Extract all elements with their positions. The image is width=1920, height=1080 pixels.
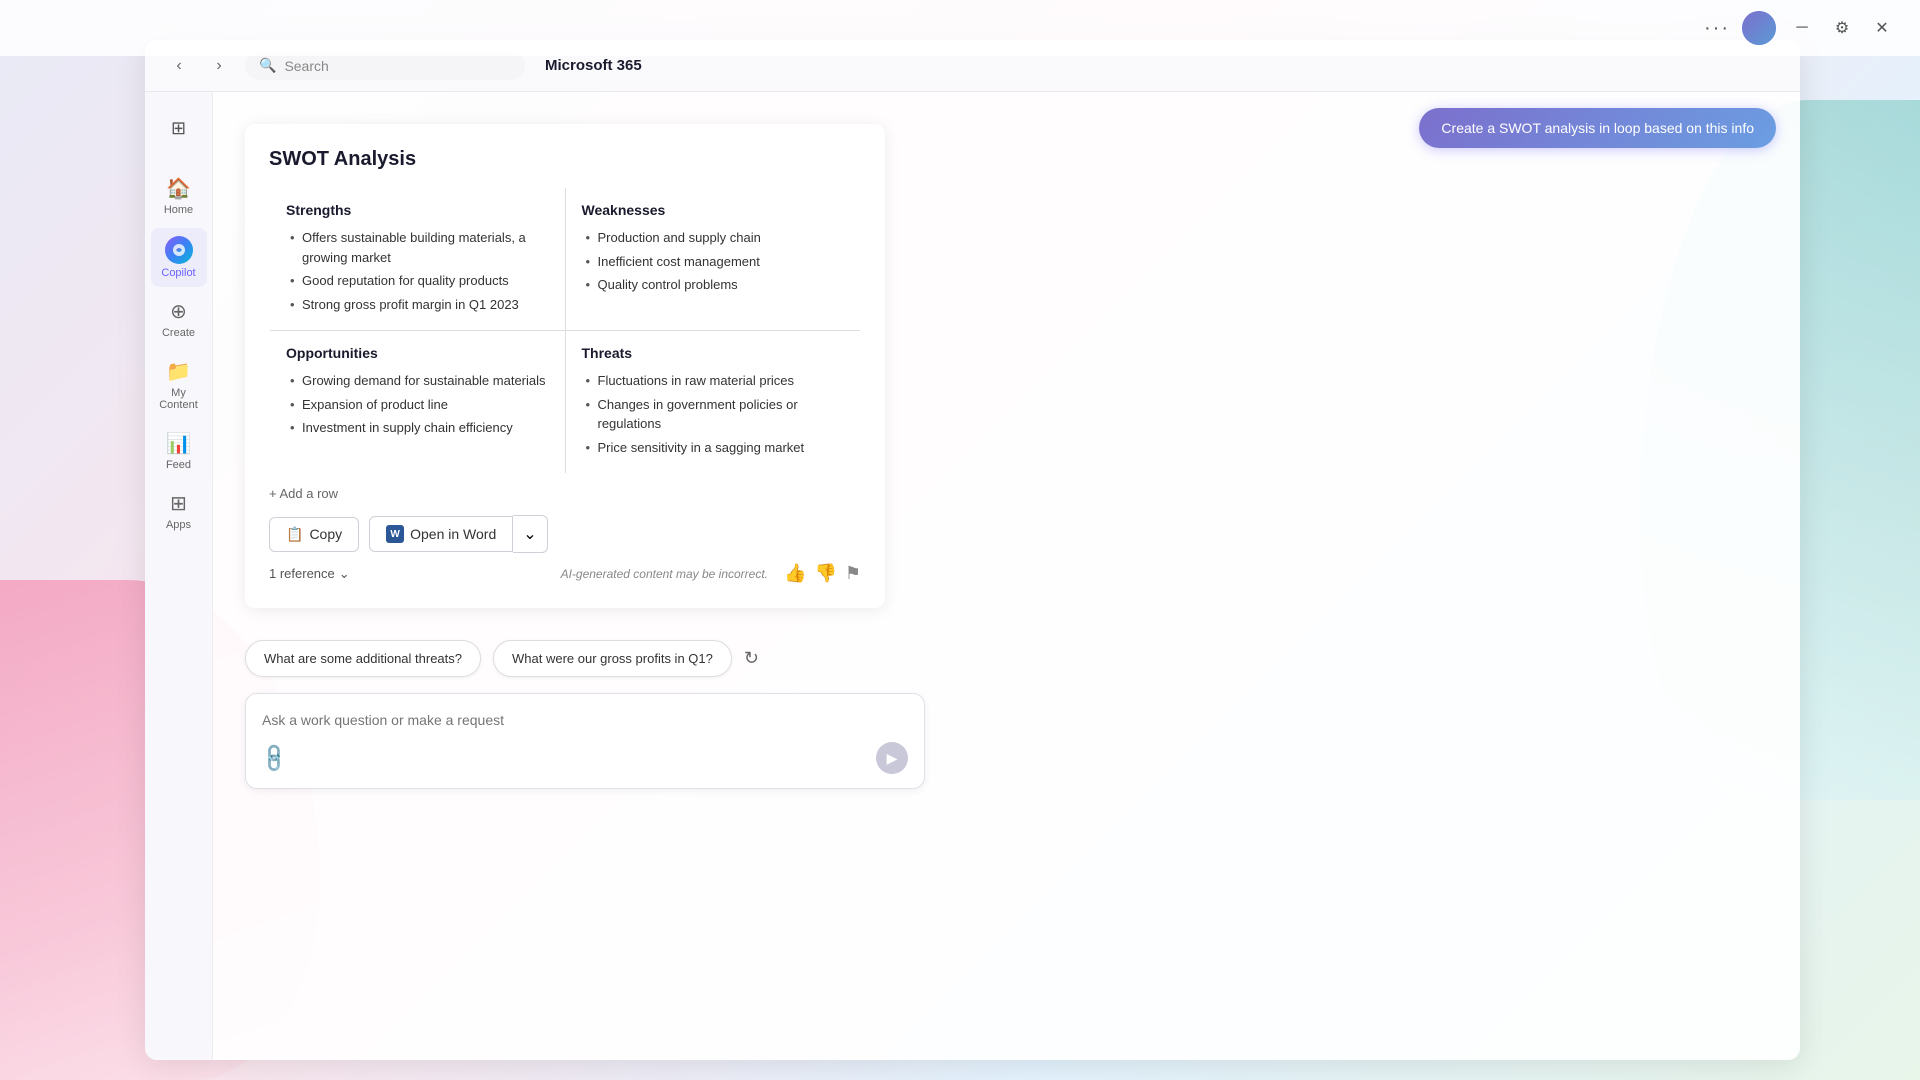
suggestion-chip-2[interactable]: What were our gross profits in Q1? — [493, 640, 732, 677]
copy-icon: 📋 — [286, 526, 303, 543]
list-item: Fluctuations in raw material prices — [582, 369, 845, 393]
thumbs-down-icon[interactable]: 👎 — [814, 563, 836, 584]
avatar-image — [1742, 11, 1776, 45]
app-title: Microsoft 365 — [545, 57, 642, 74]
search-icon: 🔍 — [259, 57, 276, 74]
settings-button[interactable]: ⚙ — [1828, 14, 1856, 42]
open-word-group: W Open in Word ⌄ — [369, 515, 548, 553]
copy-button[interactable]: 📋 Copy — [269, 517, 359, 552]
suggestions-row: What are some additional threats? What w… — [245, 640, 1768, 677]
swot-table: Strengths Offers sustainable building ma… — [269, 187, 861, 474]
flag-icon[interactable]: ⚑ — [845, 563, 861, 584]
list-item: Price sensitivity in a sagging market — [582, 436, 845, 460]
top-bar-actions: ··· ─ ⚙ ✕ — [1704, 11, 1896, 45]
open-word-button[interactable]: W Open in Word — [369, 516, 513, 552]
list-item: Growing demand for sustainable materials — [286, 369, 549, 393]
swot-card-title: SWOT Analysis — [269, 148, 861, 171]
opportunities-heading: Opportunities — [286, 345, 549, 361]
list-item: Good reputation for quality products — [286, 269, 549, 293]
sidebar-item-home[interactable]: 🏠 Home — [151, 168, 207, 224]
user-avatar[interactable] — [1742, 11, 1776, 45]
more-options-icon[interactable]: ··· — [1704, 17, 1730, 40]
action-bar: 📋 Copy W Open in Word ⌄ — [269, 515, 861, 553]
sidebar: ⊞ 🏠 Home — [145, 92, 213, 1060]
feedback-row: 1 reference ⌄ AI-generated content may b… — [269, 563, 861, 584]
send-arrow-icon: ▶ — [887, 750, 898, 767]
swot-card: SWOT Analysis Strengths Offers sustainab… — [245, 124, 885, 608]
chevron-down-icon: ⌄ — [339, 566, 350, 582]
strengths-heading: Strengths — [286, 202, 549, 218]
list-item: Production and supply chain — [582, 226, 845, 250]
list-item: Investment in supply chain efficiency — [286, 416, 549, 440]
input-area: 🔗 ▶ — [245, 693, 925, 789]
copy-label: Copy — [309, 526, 342, 542]
sidebar-apps-label: Apps — [166, 519, 191, 531]
apps-grid-icon[interactable]: ⊞ — [159, 108, 199, 148]
list-item: Changes in government policies or regula… — [582, 393, 845, 436]
minimize-button[interactable]: ─ — [1788, 14, 1816, 42]
opportunities-list: Growing demand for sustainable materials… — [286, 369, 549, 440]
sidebar-item-copilot[interactable]: Copilot — [151, 228, 207, 287]
reference-toggle[interactable]: 1 reference ⌄ — [269, 566, 350, 582]
sidebar-item-create[interactable]: ⊕ Create — [151, 291, 207, 347]
home-icon: 🏠 — [166, 176, 191, 201]
weaknesses-cell: Weaknesses Production and supply chain I… — [565, 188, 861, 331]
input-row-bottom: 🔗 ▶ — [262, 742, 908, 774]
thumbs-up-icon[interactable]: 👍 — [784, 563, 806, 584]
create-swot-button[interactable]: Create a SWOT analysis in loop based on … — [1419, 108, 1776, 148]
open-word-label: Open in Word — [410, 526, 496, 542]
suggestion-chip-1[interactable]: What are some additional threats? — [245, 640, 481, 677]
main-panel: Create a SWOT analysis in loop based on … — [213, 92, 1800, 1060]
send-button[interactable]: ▶ — [876, 742, 908, 774]
sidebar-home-label: Home — [164, 204, 193, 216]
content-area: ⊞ 🏠 Home — [145, 92, 1800, 1060]
sidebar-my-content-label: My Content — [155, 387, 203, 411]
threats-cell: Threats Fluctuations in raw material pri… — [565, 331, 861, 474]
word-icon: W — [386, 525, 404, 543]
create-icon: ⊕ — [170, 299, 187, 324]
weaknesses-list: Production and supply chain Inefficient … — [582, 226, 845, 297]
close-button[interactable]: ✕ — [1868, 14, 1896, 42]
threats-list: Fluctuations in raw material prices Chan… — [582, 369, 845, 459]
my-content-icon: 📁 — [166, 359, 191, 384]
add-row-button[interactable]: + Add a row — [269, 486, 861, 501]
open-word-dropdown[interactable]: ⌄ — [513, 515, 547, 553]
strengths-list: Offers sustainable building materials, a… — [286, 226, 549, 316]
top-bar: ··· ─ ⚙ ✕ — [0, 0, 1920, 56]
sidebar-item-my-content[interactable]: 📁 My Content — [151, 351, 207, 419]
ai-disclaimer: AI-generated content may be incorrect. — [561, 567, 768, 581]
copilot-icon — [165, 236, 193, 264]
main-window: ‹ › 🔍 Search Microsoft 365 ⊞ 🏠 Home — [145, 40, 1800, 1060]
sidebar-copilot-label: Copilot — [161, 267, 195, 279]
sidebar-create-label: Create — [162, 327, 195, 339]
attach-icon[interactable]: 🔗 — [257, 740, 292, 775]
feedback-right: AI-generated content may be incorrect. 👍… — [561, 563, 861, 584]
opportunities-cell: Opportunities Growing demand for sustain… — [270, 331, 566, 474]
list-item: Inefficient cost management — [582, 250, 845, 274]
sidebar-item-apps[interactable]: ⊞ Apps — [151, 483, 207, 539]
list-item: Quality control problems — [582, 273, 845, 297]
search-placeholder: Search — [284, 58, 328, 74]
refresh-icon[interactable]: ↻ — [744, 648, 759, 669]
feed-icon: 📊 — [166, 431, 191, 456]
threats-heading: Threats — [582, 345, 845, 361]
weaknesses-heading: Weaknesses — [582, 202, 845, 218]
reference-label: 1 reference — [269, 566, 335, 581]
apps-icon: ⊞ — [170, 491, 187, 516]
chat-input[interactable] — [262, 708, 908, 732]
feedback-icons: 👍 👎 ⚑ — [784, 563, 861, 584]
strengths-cell: Strengths Offers sustainable building ma… — [270, 188, 566, 331]
sidebar-feed-label: Feed — [166, 459, 191, 471]
list-item: Expansion of product line — [286, 393, 549, 417]
list-item: Offers sustainable building materials, a… — [286, 226, 549, 269]
sidebar-item-feed[interactable]: 📊 Feed — [151, 423, 207, 479]
list-item: Strong gross profit margin in Q1 2023 — [286, 293, 549, 317]
